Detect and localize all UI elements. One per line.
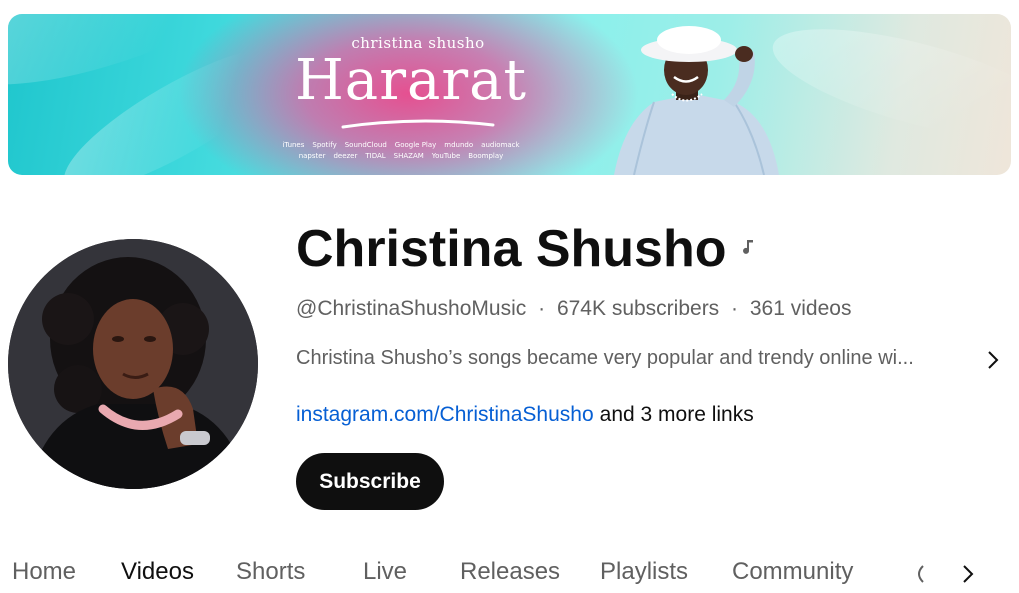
music-note-icon	[743, 240, 753, 254]
tab-playlists[interactable]: Playlists	[600, 555, 688, 589]
channel-links: instagram.com/ChristinaShusho and 3 more …	[296, 403, 754, 427]
chevron-right-icon[interactable]	[984, 349, 1002, 371]
channel-meta: @ChristinaShushoMusic · 674K subscribers…	[296, 297, 851, 321]
banner-title: Hararat	[294, 48, 528, 113]
channel-handle: @ChristinaShushoMusic	[296, 297, 527, 320]
banner-platform-logo: audiomack	[481, 141, 520, 149]
banner-platform-logo: SHAZAM	[393, 152, 424, 160]
banner-platform-logo: Boomplay	[468, 152, 504, 160]
banner-platform-logo: Google Play	[394, 141, 437, 149]
subscriber-count: 674K subscribers	[556, 297, 720, 320]
instagram-link[interactable]: instagram.com/ChristinaShusho	[296, 403, 594, 426]
banner-artist-photo	[614, 26, 779, 175]
banner-platform-logo: napster	[298, 152, 326, 160]
tab-videos[interactable]: Videos	[121, 555, 194, 589]
banner-feather	[762, 14, 1011, 162]
tab-live[interactable]: Live	[363, 555, 407, 589]
video-count: 361 videos	[749, 297, 852, 320]
more-links-button[interactable]: and 3 more links	[600, 403, 754, 426]
chevron-right-icon[interactable]	[960, 563, 976, 585]
chevron-left-icon[interactable]	[912, 563, 928, 585]
banner-platform-logo: iTunes	[282, 141, 305, 149]
tab-releases[interactable]: Releases	[460, 555, 560, 589]
avatar-photo	[8, 239, 258, 489]
channel-avatar[interactable]	[8, 239, 258, 489]
channel-name: Christina Shusho	[296, 220, 727, 278]
banner-platform-logos: iTunes Spotify SoundCloud Google Play mdundo…	[266, 141, 536, 160]
banner-platform-logo: mdundo	[444, 141, 474, 149]
banner-platform-logo: TIDAL	[365, 152, 386, 160]
channel-description[interactable]: Christina Shusho’s songs became very pop…	[296, 347, 966, 370]
tab-community[interactable]: Community	[732, 555, 853, 589]
subscribe-button[interactable]: Subscribe	[296, 453, 444, 510]
banner-platform-logo: SoundCloud	[344, 141, 387, 149]
banner-platform-logo: YouTube	[431, 152, 461, 160]
meta-separator: ·	[731, 297, 739, 320]
banner-swoosh	[341, 119, 495, 129]
channel-banner: christina shusho Hararat iTunes Spotify So…	[8, 14, 1011, 175]
tab-home[interactable]: Home	[12, 555, 76, 589]
tab-shorts[interactable]: Shorts	[236, 555, 305, 589]
channel-tabs: Home Videos Shorts Live Releases Playlis…	[0, 555, 1019, 593]
banner-platform-logo: Spotify	[312, 141, 337, 149]
meta-separator: ·	[538, 297, 546, 320]
banner-platform-logo: deezer	[333, 152, 358, 160]
